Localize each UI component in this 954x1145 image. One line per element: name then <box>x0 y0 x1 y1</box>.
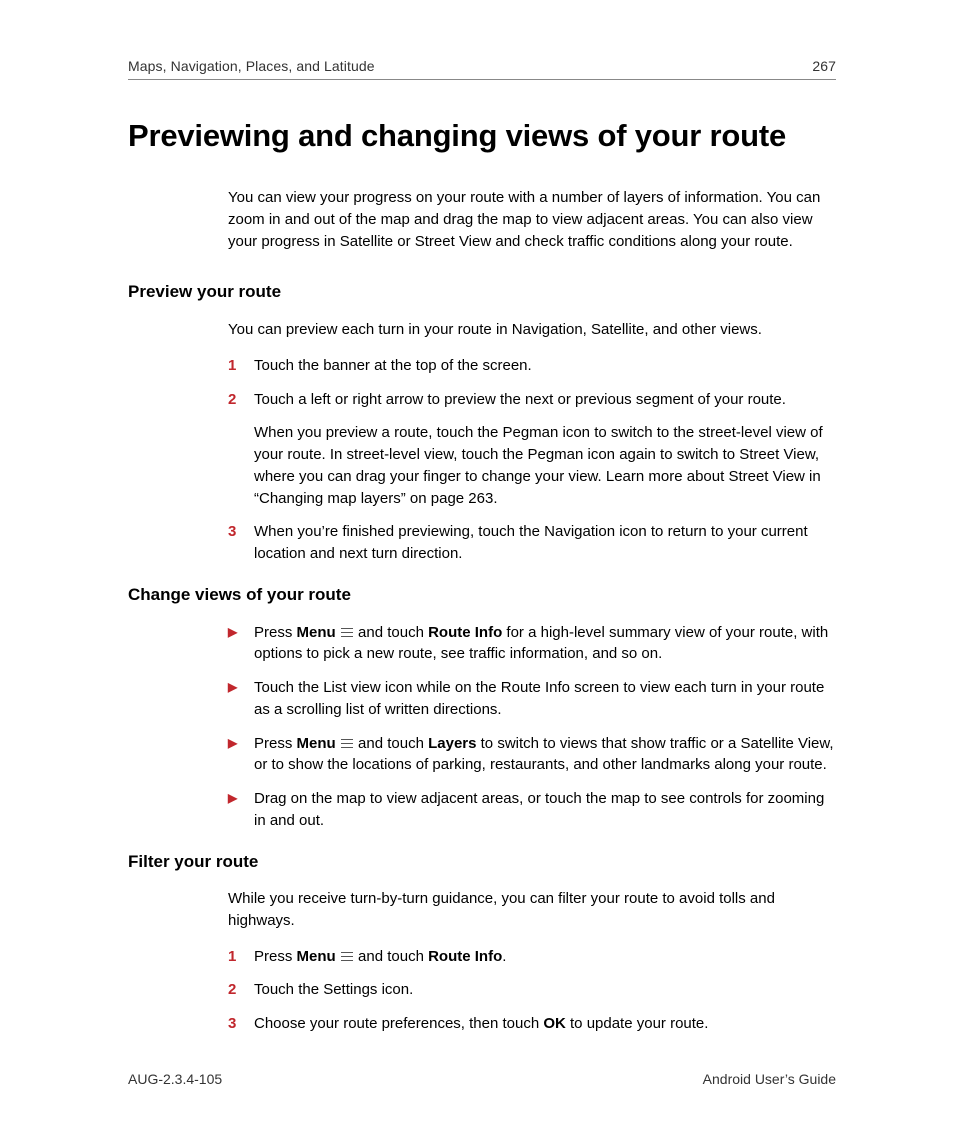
ordered-list: 1 Touch the banner at the top of the scr… <box>228 355 836 565</box>
step-number: 2 <box>228 389 254 411</box>
section-heading-filter: Filter your route <box>128 850 836 875</box>
running-header: Maps, Navigation, Places, and Latitude 2… <box>128 56 836 80</box>
bullet-triangle-icon: ▶ <box>228 733 254 777</box>
list-item: 3 When you’re finished previewing, touch… <box>228 521 836 565</box>
section-heading-preview: Preview your route <box>128 280 836 305</box>
section-intro: While you receive turn-by-turn guidance,… <box>228 888 836 932</box>
bullet-triangle-icon: ▶ <box>228 677 254 721</box>
list-item: 3 Choose your route preferences, then to… <box>228 1013 836 1035</box>
step-text: Touch the banner at the top of the scree… <box>254 355 836 377</box>
menu-icon <box>341 738 353 749</box>
menu-icon <box>341 951 353 962</box>
section-intro: You can preview each turn in your route … <box>228 319 836 341</box>
step-text: Touch a left or right arrow to preview t… <box>254 389 836 411</box>
bullet-text: Press Menu and touch Route Info for a hi… <box>254 622 836 666</box>
bullet-list: ▶ Press Menu and touch Route Info for a … <box>228 622 836 832</box>
bullet-text: Drag on the map to view adjacent areas, … <box>254 788 836 832</box>
step-number: 2 <box>228 979 254 1001</box>
list-item: ▶ Press Menu and touch Layers to switch … <box>228 733 836 777</box>
list-item: ▶ Press Menu and touch Route Info for a … <box>228 622 836 666</box>
step-text: When you’re finished previewing, touch t… <box>254 521 836 565</box>
step-number: 1 <box>228 355 254 377</box>
step-number: 1 <box>228 946 254 968</box>
intro-paragraph: You can view your progress on your route… <box>228 187 836 252</box>
page-number: 267 <box>812 56 836 76</box>
ordered-list: 1 Press Menu and touch Route Info. 2 Tou… <box>228 946 836 1035</box>
page-title: Previewing and changing views of your ro… <box>128 114 836 159</box>
running-footer: AUG-2.3.4-105 Android User’s Guide <box>128 1069 836 1089</box>
step-text: Press Menu and touch Route Info. <box>254 946 836 968</box>
doc-id: AUG-2.3.4-105 <box>128 1069 222 1089</box>
doc-title: Android User’s Guide <box>703 1069 836 1089</box>
bullet-triangle-icon: ▶ <box>228 788 254 832</box>
step-number: 3 <box>228 1013 254 1035</box>
bullet-triangle-icon: ▶ <box>228 622 254 666</box>
section-heading-change-views: Change views of your route <box>128 583 836 608</box>
menu-icon <box>341 627 353 638</box>
step-text: Touch the Settings icon. <box>254 979 836 1001</box>
bullet-text: Press Menu and touch Layers to switch to… <box>254 733 836 777</box>
list-item: 1 Press Menu and touch Route Info. <box>228 946 836 968</box>
step-number: 3 <box>228 521 254 565</box>
list-item: 2 Touch a left or right arrow to preview… <box>228 389 836 411</box>
chapter-title: Maps, Navigation, Places, and Latitude <box>128 56 375 76</box>
list-item: ▶ Touch the List view icon while on the … <box>228 677 836 721</box>
list-item: ▶ Drag on the map to view adjacent areas… <box>228 788 836 832</box>
step-text: Choose your route preferences, then touc… <box>254 1013 836 1035</box>
list-item: 1 Touch the banner at the top of the scr… <box>228 355 836 377</box>
step-continuation: When you preview a route, touch the Pegm… <box>254 422 836 509</box>
bullet-text: Touch the List view icon while on the Ro… <box>254 677 836 721</box>
list-item: 2 Touch the Settings icon. <box>228 979 836 1001</box>
